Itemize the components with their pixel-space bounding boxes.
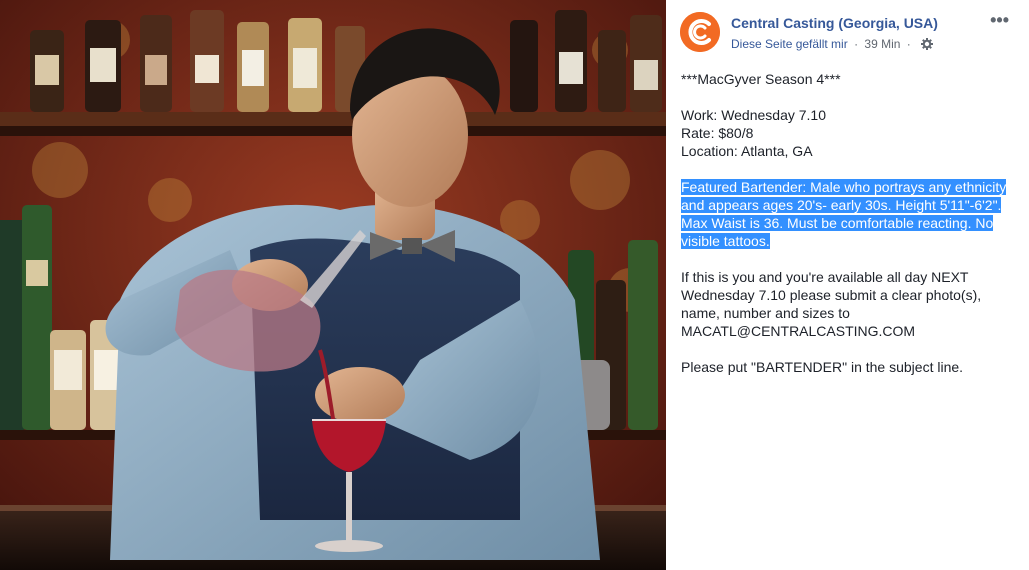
- apply-instructions: If this is you and you're available all …: [681, 268, 1016, 340]
- highlight-line: and appears ages 20's- early 30s. Height…: [681, 197, 1002, 213]
- work-line: Work: Wednesday 7.10: [681, 107, 827, 123]
- rate-line: Rate: $80/8: [681, 125, 754, 141]
- highlight-line: visible tattoos.: [681, 233, 770, 249]
- email-address: MACATL@CENTRALCASTING.COM: [681, 323, 916, 339]
- central-casting-logo[interactable]: [680, 12, 720, 52]
- post-details: Work: Wednesday 7.10 Rate: $80/8 Locatio…: [681, 106, 1016, 160]
- post-title-line: ***MacGyver Season 4***: [681, 71, 841, 87]
- apply-line: name, number and sizes to: [681, 305, 850, 321]
- meta-separator: ·: [906, 37, 911, 51]
- more-options-icon[interactable]: •••: [990, 11, 1009, 29]
- post-photo[interactable]: [0, 0, 666, 570]
- page-name-link[interactable]: Central Casting (Georgia, USA): [731, 15, 938, 31]
- post-header: Central Casting (Georgia, USA) Diese Sei…: [680, 11, 1015, 56]
- bartender-photo-image: [0, 0, 666, 570]
- highlighted-description: Featured Bartender: Male who portrays an…: [681, 178, 1016, 250]
- post-body: ***MacGyver Season 4*** Work: Wednesday …: [681, 70, 1016, 394]
- gear-icon[interactable]: [921, 38, 934, 53]
- post-meta: Diese Seite gefällt mir · 39 Min ·: [731, 37, 934, 53]
- post-panel: Central Casting (Georgia, USA) Diese Sei…: [666, 0, 1029, 570]
- page-like-status[interactable]: Diese Seite gefällt mir: [731, 37, 848, 51]
- highlight-line: Featured Bartender: Male who portrays an…: [681, 179, 1007, 195]
- meta-separator: ·: [854, 37, 859, 51]
- post-timestamp[interactable]: 39 Min: [864, 37, 900, 51]
- location-line: Location: Atlanta, GA: [681, 143, 813, 159]
- highlight-line: Max Waist is 36. Must be comfortable rea…: [681, 215, 994, 231]
- logo-icon: [680, 12, 720, 52]
- apply-line: Wednesday 7.10 please submit a clear pho…: [681, 287, 982, 303]
- apply-line: If this is you and you're available all …: [681, 269, 969, 285]
- subject-line-instruction: Please put "BARTENDER" in the subject li…: [681, 359, 964, 375]
